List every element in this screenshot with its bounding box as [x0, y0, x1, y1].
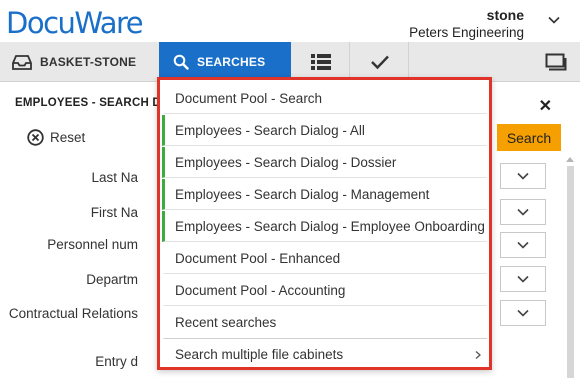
search-icon [173, 54, 189, 70]
menu-item-document-pool-enhanced[interactable]: Document Pool - Enhanced [162, 243, 487, 274]
contractual-relationship-dropdown[interactable] [500, 300, 546, 326]
menu-item-label: Employees - Search Dialog - Employee Onb… [175, 218, 485, 234]
menu-item-label: Search multiple file cabinets [175, 346, 344, 362]
menu-item-label: Document Pool - Search [175, 90, 323, 106]
user-name: stone [486, 7, 524, 23]
last-name-dropdown[interactable] [500, 163, 546, 189]
search-button[interactable]: Search [497, 124, 561, 151]
menu-item-label: Employees - Search Dialog - Management [175, 186, 430, 202]
menu-item-search-multiple-cabinets[interactable]: Search multiple file cabinets [162, 338, 487, 369]
menu-item-employees-all[interactable]: Employees - Search Dialog - All [162, 115, 487, 146]
tab-searches-label: SEARCHES [197, 55, 266, 69]
window-icon [545, 53, 567, 71]
checkmark-icon [370, 55, 389, 70]
logo-text: DocuWare [6, 6, 144, 40]
scrollbar[interactable] [566, 160, 575, 378]
tab-basket-label: BASKET-STONE [40, 55, 137, 69]
field-label-department: Departm [86, 272, 138, 287]
chevron-down-icon [517, 241, 529, 249]
menu-item-employees-dossier[interactable]: Employees - Search Dialog - Dossier [162, 147, 487, 178]
tab-window[interactable] [532, 42, 580, 82]
menu-item-recent-searches[interactable]: Recent searches [162, 307, 487, 338]
top-bar: DocuWare stone Peters Engineering [0, 0, 580, 42]
panel-title: EMPLOYEES - SEARCH D [15, 97, 161, 109]
chevron-down-icon [517, 172, 529, 180]
tab-task-list[interactable] [292, 42, 350, 82]
chevron-down-icon [517, 275, 529, 283]
basket-tray-icon [12, 55, 32, 70]
tab-basket[interactable]: BASKET-STONE [0, 42, 158, 82]
menu-item-document-pool-search[interactable]: Document Pool - Search [162, 83, 487, 114]
menu-item-document-pool-accounting[interactable]: Document Pool - Accounting [162, 275, 487, 306]
chevron-right-icon [475, 351, 481, 359]
chevron-down-icon [517, 208, 529, 216]
menu-item-employees-onboarding[interactable]: Employees - Search Dialog - Employee Onb… [162, 211, 487, 242]
main-nav: BASKET-STONE SEARCHES [0, 42, 580, 82]
searches-dropdown-menu: Document Pool - Search Employees - Searc… [157, 77, 492, 370]
field-label-contractual-relationship: Contractual Relations [8, 306, 138, 321]
menu-item-label: Document Pool - Accounting [175, 282, 346, 298]
menu-item-label: Recent searches [175, 315, 277, 330]
first-name-dropdown[interactable] [500, 199, 546, 225]
field-label-entry-date: Entry d [95, 354, 138, 369]
menu-item-label: Document Pool - Enhanced [175, 250, 341, 266]
reset-button[interactable]: Reset [27, 129, 85, 146]
reset-icon [27, 129, 44, 146]
list-icon [310, 54, 331, 70]
chevron-down-icon [517, 309, 529, 317]
menu-item-label: Employees - Search Dialog - Dossier [175, 154, 397, 170]
tab-tasks[interactable] [351, 42, 409, 82]
docuware-logo[interactable]: DocuWare [6, 6, 144, 40]
department-dropdown[interactable] [500, 266, 546, 292]
field-label-first-name: First Na [90, 205, 138, 220]
tab-searches[interactable]: SEARCHES [159, 42, 291, 82]
field-label-last-name: Last Na [91, 170, 138, 185]
search-button-label: Search [506, 129, 552, 146]
close-icon[interactable]: ✕ [539, 96, 552, 116]
menu-item-label: Employees - Search Dialog - All [175, 122, 365, 138]
field-label-personnel-number: Personnel num [47, 237, 138, 252]
personnel-number-dropdown[interactable] [500, 232, 546, 258]
reset-label: Reset [50, 130, 86, 145]
user-info[interactable]: stone Peters Engineering [409, 7, 524, 40]
chevron-down-icon[interactable] [548, 14, 560, 26]
organization-name: Peters Engineering [409, 25, 524, 40]
menu-item-employees-management[interactable]: Employees - Search Dialog - Management [162, 179, 487, 210]
